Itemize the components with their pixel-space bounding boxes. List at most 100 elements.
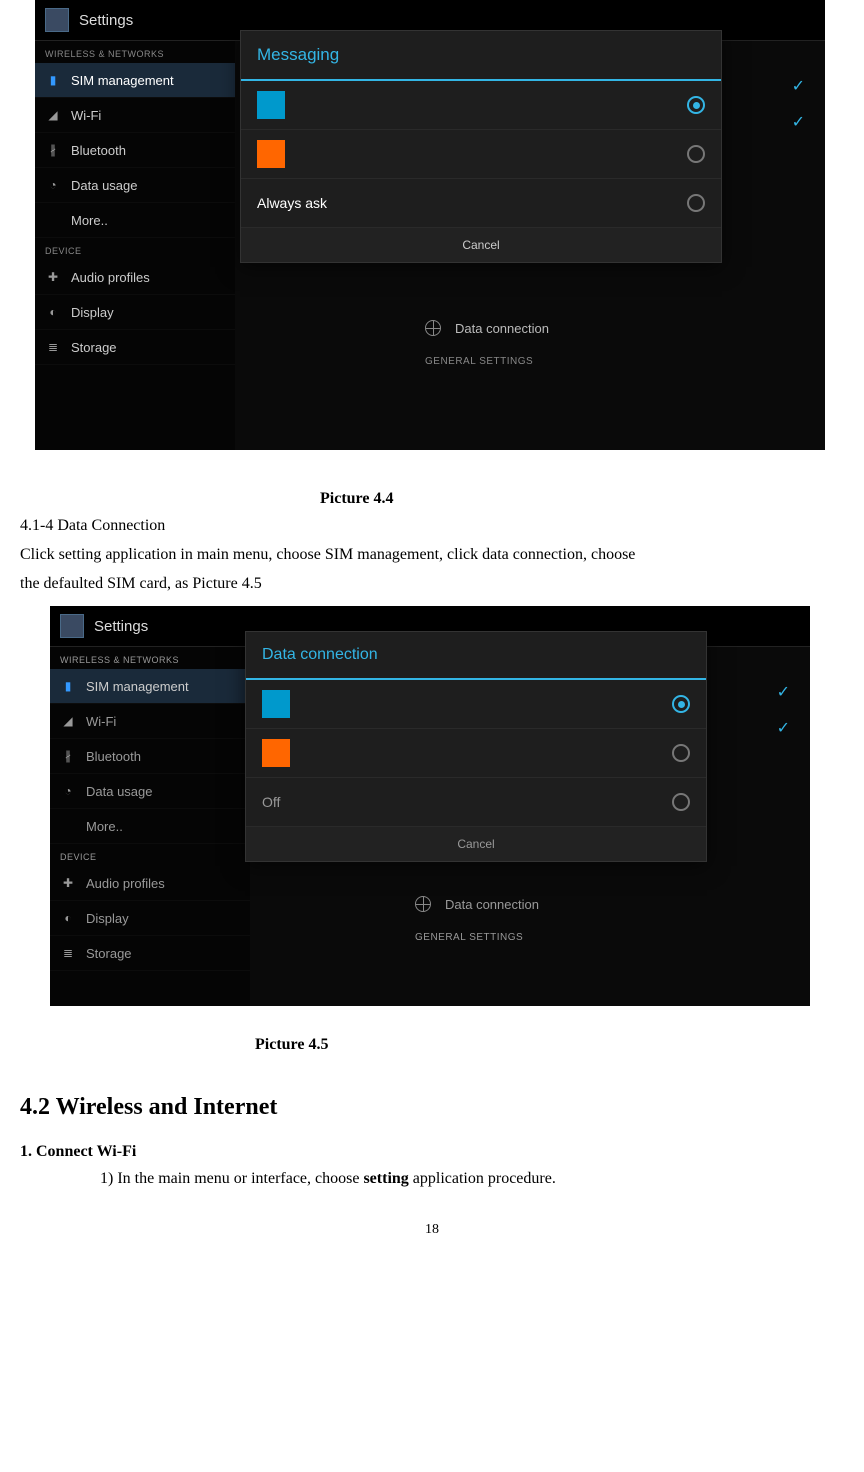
sidebar-item-sim[interactable]: ▮ SIM management — [35, 63, 235, 98]
storage-icon: ≣ — [45, 339, 61, 355]
data-connection-row[interactable]: Data connection — [395, 886, 810, 922]
blank-icon — [60, 818, 76, 834]
storage-icon: ≣ — [60, 945, 76, 961]
sidebar-item-sim[interactable]: ▮ SIM management — [50, 669, 250, 704]
sidebar-item-label: Display — [71, 305, 114, 320]
figure-caption-4-5: Picture 4.5 — [255, 1036, 844, 1054]
sidebar-item-storage[interactable]: ≣ Storage — [35, 330, 235, 365]
header-title: Settings — [94, 618, 148, 635]
checkmark-icon: ✓ — [777, 682, 790, 702]
sidebar-item-display[interactable]: ◐ Display — [50, 901, 250, 936]
radio-selected-icon — [687, 96, 705, 114]
dialog-option-sim1[interactable] — [246, 680, 706, 729]
sidebar-item-label: Audio profiles — [86, 876, 165, 891]
body-text: Click setting application in main menu, … — [20, 543, 844, 568]
sidebar-item-label: Data usage — [86, 784, 153, 799]
checkmark-icon: ✓ — [777, 718, 790, 738]
sidebar-item-display[interactable]: ◐ Display — [35, 295, 235, 330]
detail-section-general: GENERAL SETTINGS — [395, 922, 810, 949]
figure-4-5-screenshot: Settings WIRELESS & NETWORKS ▮ SIM manag… — [50, 606, 810, 1006]
settings-sidebar: WIRELESS & NETWORKS ▮ SIM management ◢ W… — [35, 41, 235, 450]
category-wireless: WIRELESS & NETWORKS — [35, 41, 235, 63]
sim-icon: ▮ — [60, 678, 76, 694]
sim-swatch-orange — [257, 140, 285, 168]
wifi-icon: ◢ — [45, 107, 61, 123]
data-connection-row[interactable]: Data connection — [405, 310, 825, 346]
radio-selected-icon — [672, 695, 690, 713]
sidebar-item-label: More.. — [71, 213, 108, 228]
sidebar-item-more[interactable]: More.. — [50, 809, 250, 844]
sim-swatch-blue — [257, 91, 285, 119]
globe-icon — [415, 896, 431, 912]
category-device: DEVICE — [35, 238, 235, 260]
radio-unselected-icon — [687, 194, 705, 212]
audio-icon: ✚ — [45, 269, 61, 285]
sidebar-item-label: Bluetooth — [71, 143, 126, 158]
settings-sidebar: WIRELESS & NETWORKS ▮ SIM management ◢ W… — [50, 647, 250, 1006]
sidebar-item-label: Wi-Fi — [86, 714, 116, 729]
sidebar-item-data-usage[interactable]: ◔ Data usage — [50, 774, 250, 809]
section-heading-4-2: 4.2 Wireless and Internet — [20, 1094, 844, 1121]
option-label: Always ask — [257, 195, 327, 211]
display-icon: ◐ — [60, 910, 76, 926]
sim-swatch-orange — [262, 739, 290, 767]
detail-section-general: GENERAL SETTINGS — [405, 346, 825, 373]
audio-icon: ✚ — [60, 875, 76, 891]
step-text-bold: setting — [363, 1170, 408, 1187]
category-device: DEVICE — [50, 844, 250, 866]
sidebar-item-audio[interactable]: ✚ Audio profiles — [50, 866, 250, 901]
radio-unselected-icon — [672, 744, 690, 762]
dialog-cancel-button[interactable]: Cancel — [241, 228, 721, 262]
page-number: 18 — [20, 1222, 844, 1238]
dialog-option-off[interactable]: Off — [246, 778, 706, 827]
sidebar-item-data-usage[interactable]: ◔ Data usage — [35, 168, 235, 203]
sidebar-item-wifi[interactable]: ◢ Wi-Fi — [50, 704, 250, 739]
messaging-dialog: Messaging Always ask Cancel — [240, 30, 722, 263]
sidebar-item-label: Wi-Fi — [71, 108, 101, 123]
sidebar-item-label: Audio profiles — [71, 270, 150, 285]
step-text-a: 1) In the main menu or interface, choose — [100, 1170, 363, 1187]
checkmark-icon: ✓ — [792, 76, 805, 96]
step-text-c: application procedure. — [409, 1170, 556, 1187]
bluetooth-icon: ∦ — [60, 748, 76, 764]
wifi-icon: ◢ — [60, 713, 76, 729]
sidebar-item-bluetooth[interactable]: ∦ Bluetooth — [50, 739, 250, 774]
category-wireless: WIRELESS & NETWORKS — [50, 647, 250, 669]
sidebar-item-label: More.. — [86, 819, 123, 834]
sidebar-item-more[interactable]: More.. — [35, 203, 235, 238]
sidebar-item-label: Storage — [86, 946, 132, 961]
sidebar-item-wifi[interactable]: ◢ Wi-Fi — [35, 98, 235, 133]
bluetooth-icon: ∦ — [45, 142, 61, 158]
subheading-connect-wifi: 1. Connect Wi-Fi — [20, 1143, 844, 1161]
step-text: 1) In the main menu or interface, choose… — [100, 1167, 844, 1192]
sidebar-item-label: SIM management — [71, 73, 174, 88]
body-text: the defaulted SIM card, as Picture 4.5 — [20, 572, 844, 597]
figure-4-4-screenshot: Settings WIRELESS & NETWORKS ▮ SIM manag… — [35, 0, 825, 450]
display-icon: ◐ — [45, 304, 61, 320]
subsection-4-1-4-title: 4.1-4 Data Connection — [20, 514, 844, 539]
dialog-option-sim2[interactable] — [246, 729, 706, 778]
data-connection-dialog: Data connection Off Cancel — [245, 631, 707, 862]
dialog-option-always-ask[interactable]: Always ask — [241, 179, 721, 228]
sidebar-item-label: Display — [86, 911, 129, 926]
dialog-title: Messaging — [241, 31, 721, 81]
sidebar-item-label: Bluetooth — [86, 749, 141, 764]
dialog-cancel-button[interactable]: Cancel — [246, 827, 706, 861]
blank-icon — [45, 212, 61, 228]
dialog-option-sim1[interactable] — [241, 81, 721, 130]
figure-caption-4-4: Picture 4.4 — [320, 490, 844, 508]
sidebar-item-label: SIM management — [86, 679, 189, 694]
sidebar-item-audio[interactable]: ✚ Audio profiles — [35, 260, 235, 295]
dialog-title: Data connection — [246, 632, 706, 680]
data-usage-icon: ◔ — [60, 783, 76, 799]
checkmark-icon: ✓ — [792, 112, 805, 132]
sidebar-item-bluetooth[interactable]: ∦ Bluetooth — [35, 133, 235, 168]
dialog-option-sim2[interactable] — [241, 130, 721, 179]
settings-icon — [60, 614, 84, 638]
row-label: Data connection — [445, 897, 539, 912]
settings-icon — [45, 8, 69, 32]
radio-unselected-icon — [687, 145, 705, 163]
sidebar-item-storage[interactable]: ≣ Storage — [50, 936, 250, 971]
sidebar-item-label: Storage — [71, 340, 117, 355]
radio-unselected-icon — [672, 793, 690, 811]
